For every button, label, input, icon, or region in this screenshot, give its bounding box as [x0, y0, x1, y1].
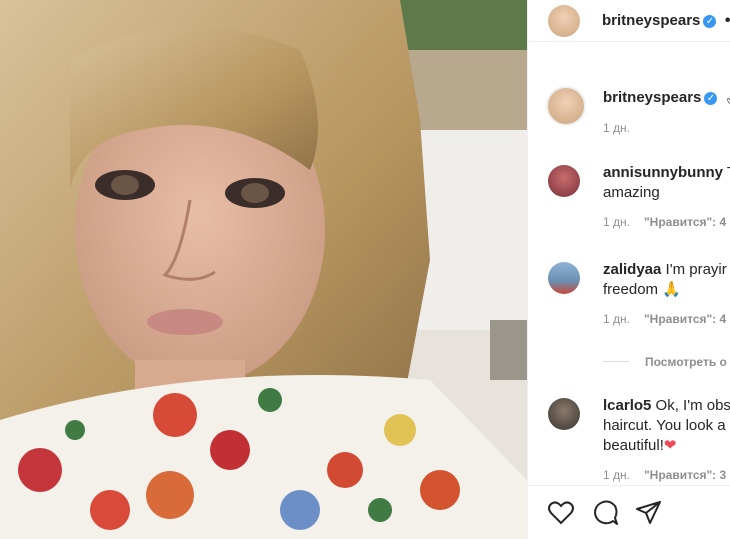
comment-username[interactable]: zalidyaa [603, 261, 661, 278]
caption-avatar[interactable] [546, 86, 586, 126]
comment-text-line1: I'm prayir [665, 261, 727, 278]
comment-likes[interactable]: "Нравится": 4 [644, 312, 726, 326]
view-replies-label[interactable]: Посмотреть о [645, 355, 727, 369]
comment-text-line2: haircut. You look a [603, 417, 726, 434]
portrait-image [0, 0, 527, 539]
comment-username[interactable]: lcarlo5 [603, 397, 651, 414]
comment-username[interactable]: annisunnybunny [603, 164, 723, 181]
verified-icon: ✓ [703, 15, 717, 28]
comment-time[interactable]: 1 дн. [603, 468, 630, 482]
view-replies[interactable]: Посмотреть о [603, 353, 727, 371]
comment-icon[interactable] [591, 498, 621, 528]
comment-text-line2: amazing [603, 184, 660, 201]
caption-emoji: 🌶 [726, 89, 730, 106]
comments-panel: britneyspears✓ • britneyspears✓ 🌶 1 дн. … [527, 0, 730, 539]
comment-likes[interactable]: "Нравится": 4 [644, 215, 726, 229]
comment-time[interactable]: 1 дн. [603, 312, 630, 326]
comment-text-line2: freedom 🙏 [603, 281, 681, 298]
commenter-avatar[interactable] [548, 262, 580, 294]
verified-icon: ✓ [704, 92, 718, 105]
replies-divider [603, 361, 629, 363]
post-photo[interactable] [0, 0, 527, 539]
comment-text-line3: beautiful! [603, 437, 664, 454]
follow-dot: • [724, 12, 730, 29]
commenter-avatar[interactable] [548, 165, 580, 197]
share-icon[interactable] [634, 498, 664, 528]
heart-icon[interactable] [546, 498, 576, 528]
caption-username[interactable]: britneyspears [603, 89, 701, 106]
comment-text-line1: Ok, I'm obs [655, 397, 730, 414]
caption-time[interactable]: 1 дн. [603, 121, 730, 135]
comment-likes[interactable]: "Нравится": 3 [644, 468, 726, 482]
post-header: britneyspears ✓ • [528, 0, 730, 42]
action-bar [528, 485, 730, 539]
commenter-avatar[interactable] [548, 398, 580, 430]
heart-emoji: ❤ [663, 437, 677, 454]
comment-time[interactable]: 1 дн. [603, 215, 630, 229]
author-username[interactable]: britneyspears [602, 12, 700, 29]
author-avatar[interactable] [548, 5, 580, 37]
